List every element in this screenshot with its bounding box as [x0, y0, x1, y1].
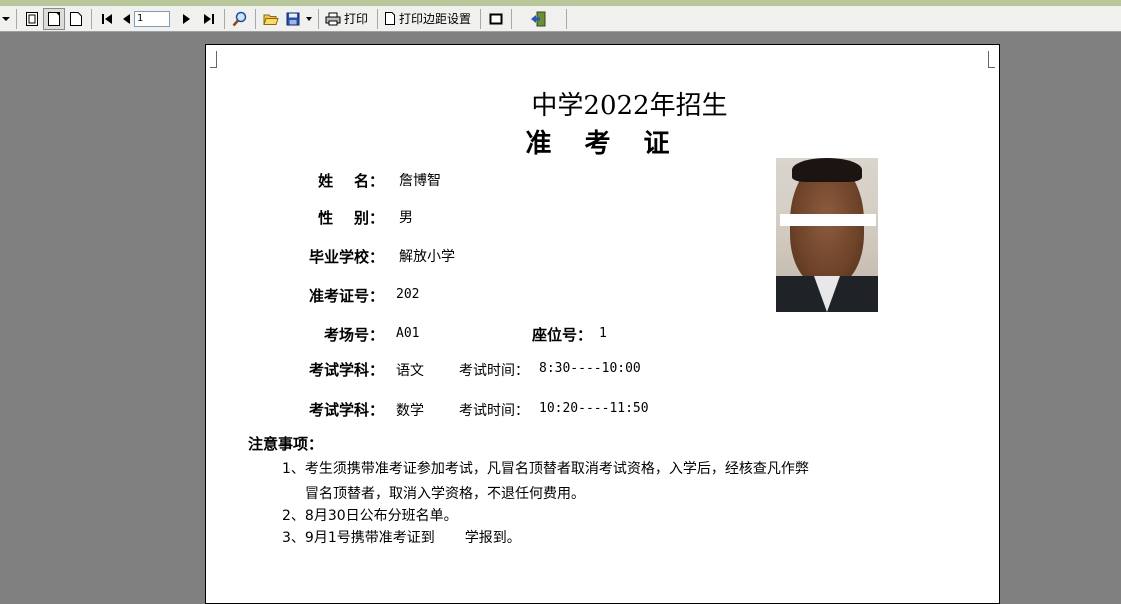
- save-dropdown-arrow-icon[interactable]: [304, 8, 314, 30]
- name-label: 姓 名：: [318, 172, 384, 190]
- note-item-3: 3、9月1号携带准考证到 学报到。: [282, 527, 521, 547]
- seat-label: 座位号：: [531, 326, 592, 344]
- toolbar-separator: [511, 8, 513, 29]
- toolbar-separator: [255, 8, 256, 29]
- document-subtitle: 准 考 证: [525, 129, 682, 159]
- note-item-2: 2、8月30日公布分班名单。: [282, 508, 458, 524]
- toolbar-separator: [224, 8, 225, 29]
- exit-door-icon[interactable]: [528, 8, 550, 30]
- page-number-input[interactable]: [134, 10, 170, 27]
- subject1-label: 考试学科：: [308, 361, 384, 379]
- time2-label: 考试时间：: [459, 403, 529, 419]
- subject1-value: 语文: [396, 363, 424, 379]
- school-value: 解放小学: [399, 249, 455, 265]
- next-page-icon[interactable]: [176, 8, 198, 30]
- gender-label: 性 别：: [318, 209, 384, 227]
- exam-room-value: A01: [396, 326, 420, 341]
- photo-hair: [792, 158, 862, 182]
- toolbar-separator: [318, 8, 319, 29]
- print-button[interactable]: 打印: [323, 8, 373, 30]
- exam-room-label: 考场号：: [323, 326, 384, 344]
- ticket-number-value: 202: [396, 287, 420, 302]
- note-item-3-start: 3、9月1号携带准考证到: [282, 530, 435, 546]
- document-title: 中学2022年招生: [206, 85, 1001, 122]
- note-item-3-end: 学报到。: [464, 530, 521, 546]
- dropdown-arrow-icon[interactable]: [0, 8, 12, 30]
- zoom-icon[interactable]: [229, 8, 251, 30]
- redacted-school-name: [479, 95, 532, 119]
- toolbar-separator: [377, 8, 379, 29]
- print-preview-page: 中学2022年招生 准 考 证 姓 名： 詹博智 性 别： 男 毕业学校： 解放…: [205, 44, 1000, 604]
- seat-value: 1: [599, 326, 607, 341]
- photo-redaction-bar: [780, 214, 876, 226]
- gender-value: 男: [399, 210, 413, 226]
- last-page-icon[interactable]: [198, 8, 220, 30]
- time1-value: 8:30----10:00: [539, 361, 641, 376]
- time2-value: 10:20----11:50: [539, 401, 649, 416]
- candidate-photo: [776, 158, 878, 312]
- border-toggle-icon[interactable]: [485, 8, 507, 30]
- notes-heading: 注意事项：: [248, 435, 324, 453]
- save-icon[interactable]: [282, 8, 304, 30]
- name-value: 詹博智: [399, 173, 441, 189]
- time1-label: 考试时间：: [459, 363, 529, 379]
- toolbar-separator: [91, 8, 92, 29]
- note-item-1-line-1: 1、考生须携带准考证参加考试，凡冒名顶替者取消考试资格，入学后，经核查凡作弊: [282, 461, 809, 477]
- print-button-label: 打印: [344, 12, 369, 26]
- toolbar-separator: [480, 8, 482, 29]
- print-margin-settings-label: 打印边距设置: [399, 12, 472, 26]
- subject2-value: 数学: [396, 403, 424, 419]
- print-margin-settings-button[interactable]: 打印边距设置: [382, 8, 476, 30]
- full-page-icon[interactable]: [65, 8, 87, 30]
- subject2-label: 考试学科：: [308, 401, 384, 419]
- toolbar-separator: [16, 8, 17, 29]
- ticket-number-label: 准考证号：: [308, 287, 384, 305]
- school-label: 毕业学校：: [308, 248, 384, 266]
- margin-corner-mark: [988, 51, 995, 68]
- note-item-1-line-2: 冒名顶替者，取消入学资格，不退任何费用。: [305, 486, 585, 502]
- preview-toolbar: 打印 打印边距设置: [0, 6, 1121, 32]
- toolbar-separator: [566, 8, 568, 29]
- page-width-icon[interactable]: [43, 7, 65, 30]
- first-page-icon[interactable]: [96, 8, 118, 30]
- document-title-text: 中学2022年招生: [531, 91, 728, 121]
- open-folder-icon[interactable]: [260, 8, 282, 30]
- previous-page-icon[interactable]: [118, 8, 134, 30]
- printer-icon: [325, 12, 341, 25]
- redacted-school-name: [434, 531, 465, 545]
- single-page-icon[interactable]: [21, 8, 43, 30]
- margin-corner-mark: [210, 51, 217, 68]
- page-setup-icon: [385, 12, 396, 25]
